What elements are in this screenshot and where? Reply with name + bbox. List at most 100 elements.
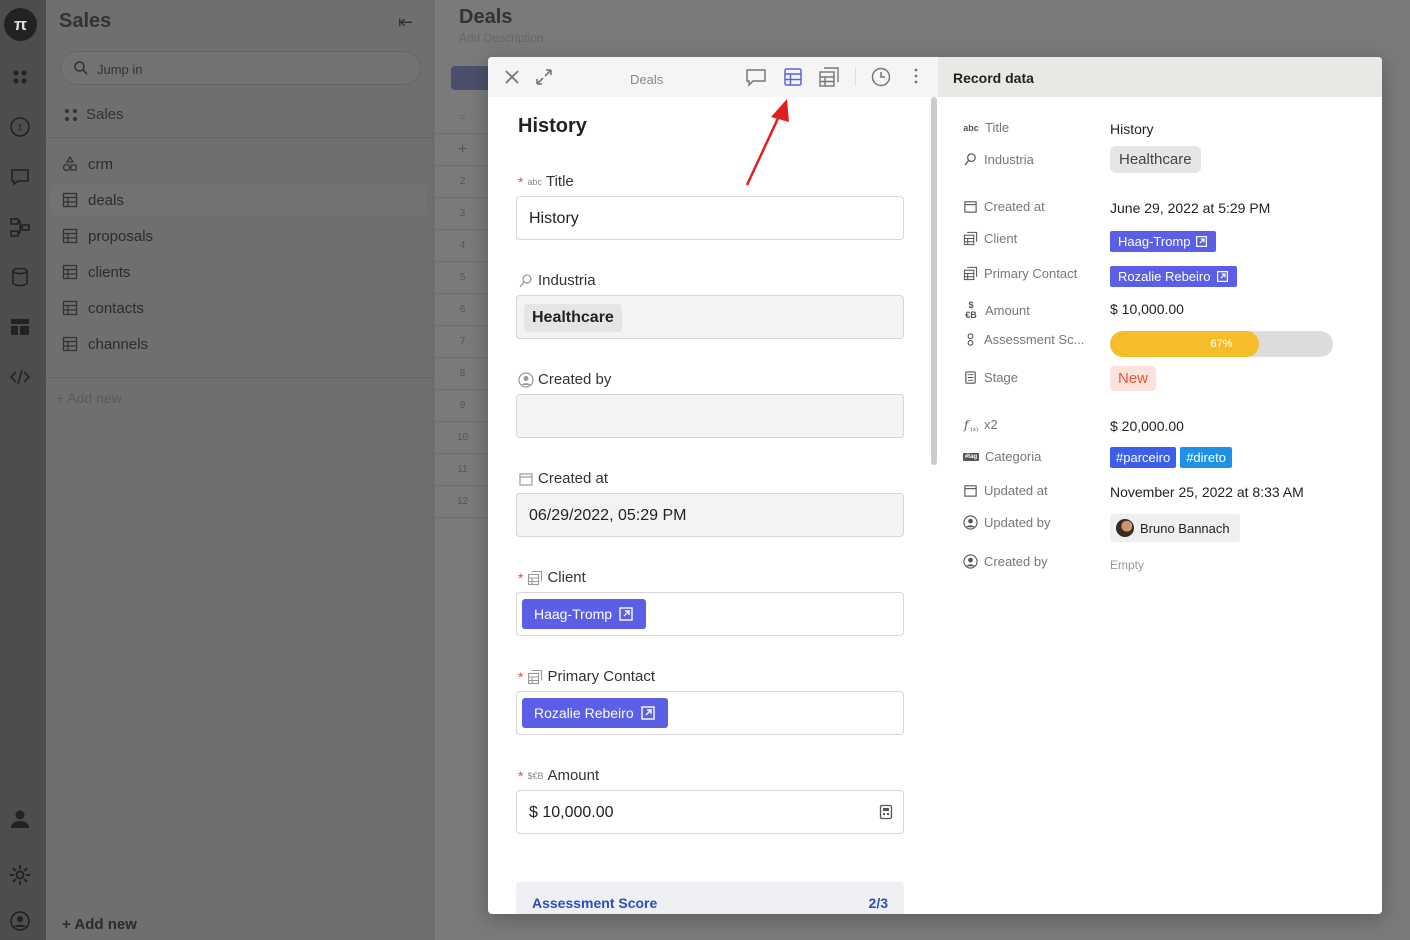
industria-field: Healthcare	[516, 295, 904, 339]
text-type-icon: abc	[527, 176, 542, 187]
text-type-icon: abc	[963, 122, 979, 133]
more-options-icon[interactable]	[905, 66, 927, 88]
row-number: 2	[435, 166, 490, 198]
primary-contact-field[interactable]: Rozalie Rebeiro	[516, 691, 904, 735]
sidebar-item-contacts[interactable]: contacts	[50, 293, 426, 323]
row-number: 7	[435, 326, 490, 358]
user-icon[interactable]	[9, 808, 31, 830]
categoria-tag: #parceiro	[1110, 447, 1177, 468]
amount-input[interactable]: $ 10,000.00	[516, 790, 904, 834]
sidebar-item-proposals[interactable]: proposals	[50, 221, 426, 251]
client-field[interactable]: Haag-Tromp	[516, 592, 904, 636]
rd-label-text: Created at	[984, 199, 1045, 214]
calendar-icon	[964, 201, 977, 213]
add-row-icon[interactable]: +	[435, 134, 490, 166]
avatar	[1116, 519, 1134, 537]
field-label-text: Created at	[538, 470, 609, 487]
section-label: Sales	[86, 106, 124, 123]
rd-label-text: Amount	[985, 302, 1030, 318]
expand-icon[interactable]	[533, 66, 555, 88]
amount-value: $ 10,000.00	[529, 804, 614, 821]
field-label-text: Amount	[547, 767, 600, 784]
single-select-icon	[965, 371, 976, 384]
add-new-link[interactable]: + Add new	[56, 390, 122, 406]
assessment-score-title: Assessment Score	[532, 895, 658, 911]
primary-contact-link-chip[interactable]: Rozalie Rebeiro	[522, 698, 668, 728]
record-data-view-icon[interactable]	[782, 66, 804, 88]
multi-select-icon: #tag	[963, 452, 979, 461]
client-chip-label: Haag-Tromp	[534, 606, 613, 622]
primary-contact-chip-label: Rozalie Rebeiro	[534, 705, 634, 721]
svg-text:(x): (x)	[971, 427, 979, 432]
workflow-icon[interactable]	[9, 216, 31, 238]
divider	[46, 137, 434, 138]
modal-toolbar: Deals	[488, 57, 938, 97]
close-icon[interactable]	[501, 66, 523, 88]
primary-contact-link-tag[interactable]: Rozalie Rebeiro	[1110, 266, 1237, 287]
client-link-tag[interactable]: Haag-Tromp	[1110, 231, 1217, 252]
form-scrollbar[interactable]	[931, 97, 937, 465]
row-number: 3	[435, 198, 490, 230]
industria-tag: Healthcare	[1110, 146, 1201, 173]
rd-stage-value: New	[1110, 366, 1157, 391]
assessment-score-section[interactable]: Assessment Score 2/3	[516, 882, 904, 914]
database-icon[interactable]	[9, 266, 31, 288]
rd-updated-by-value: Bruno Bannach	[1110, 514, 1240, 542]
record-data-header: Record data	[938, 57, 1382, 97]
field-label-text: Primary Contact	[547, 668, 655, 685]
page-description[interactable]: Add Description	[459, 31, 544, 45]
lookup-icon	[964, 153, 976, 166]
created-by-field-label: Created by	[518, 371, 611, 388]
collapse-sidebar-icon[interactable]: ⇤	[398, 12, 413, 33]
required-asterisk: *	[518, 173, 524, 190]
formula-icon: f (x)	[963, 418, 979, 432]
layout-icon[interactable]	[9, 316, 31, 338]
client-link-chip[interactable]: Haag-Tromp	[522, 599, 647, 629]
rd-created-at-label: Created at	[963, 199, 1045, 214]
row-number: 6	[435, 294, 490, 326]
table-header-row: ○	[435, 102, 490, 134]
linked-records-icon[interactable]	[818, 66, 840, 88]
account-icon[interactable]	[9, 910, 31, 932]
sidebar-section-sales[interactable]: Sales	[64, 106, 124, 123]
rd-created-by-label: Created by	[963, 554, 1048, 569]
sidebar-item-deals[interactable]: deals	[50, 185, 426, 215]
title-value: History	[529, 210, 579, 227]
rd-x2-value: $ 20,000.00	[1110, 418, 1184, 434]
comments-icon[interactable]	[745, 66, 767, 88]
tab-table-view[interactable]	[451, 66, 491, 90]
grid-icon[interactable]	[9, 66, 31, 88]
code-icon[interactable]	[9, 366, 31, 388]
search-input[interactable]	[97, 58, 397, 80]
jump-in-search[interactable]	[60, 51, 421, 85]
sidebar-item-label: crm	[88, 155, 113, 173]
history-clock-icon[interactable]	[870, 66, 892, 88]
sidebar-title: Sales	[59, 10, 112, 32]
calculator-icon[interactable]	[879, 804, 893, 820]
sidebar-item-label: contacts	[88, 299, 144, 317]
formula-links-icon	[967, 333, 974, 346]
table-icon	[62, 192, 78, 208]
rd-categoria-value: #parceiro #direto	[1110, 447, 1236, 468]
rd-label-text: Client	[984, 231, 1018, 246]
lookup-icon	[519, 273, 532, 287]
progress-percent: 67%	[1210, 338, 1233, 350]
rd-client-value: Haag-Tromp	[1110, 231, 1217, 252]
sidebar-item-label: proposals	[88, 227, 154, 245]
sidebar-item-channels[interactable]: channels	[50, 329, 426, 359]
notification-icon[interactable]: 1	[9, 116, 31, 138]
field-label-text: Industria	[538, 272, 596, 289]
sidebar-item-crm[interactable]: crm	[50, 149, 426, 179]
record-heading: History	[518, 115, 587, 137]
settings-gear-icon[interactable]	[9, 864, 31, 886]
add-new-bottom-button[interactable]: + Add new	[62, 916, 137, 933]
chat-icon[interactable]	[9, 166, 31, 188]
sidebar-item-clients[interactable]: clients	[50, 257, 426, 287]
title-input[interactable]: History	[516, 196, 904, 240]
grid-icon	[65, 108, 77, 121]
rd-client-label: Client	[963, 231, 1017, 246]
app-logo-icon[interactable]: π	[4, 8, 37, 41]
currency-type-icon: $€B	[965, 300, 977, 320]
rd-created-by-value: Empty	[1110, 558, 1145, 572]
rd-title-value: History	[1110, 121, 1154, 137]
